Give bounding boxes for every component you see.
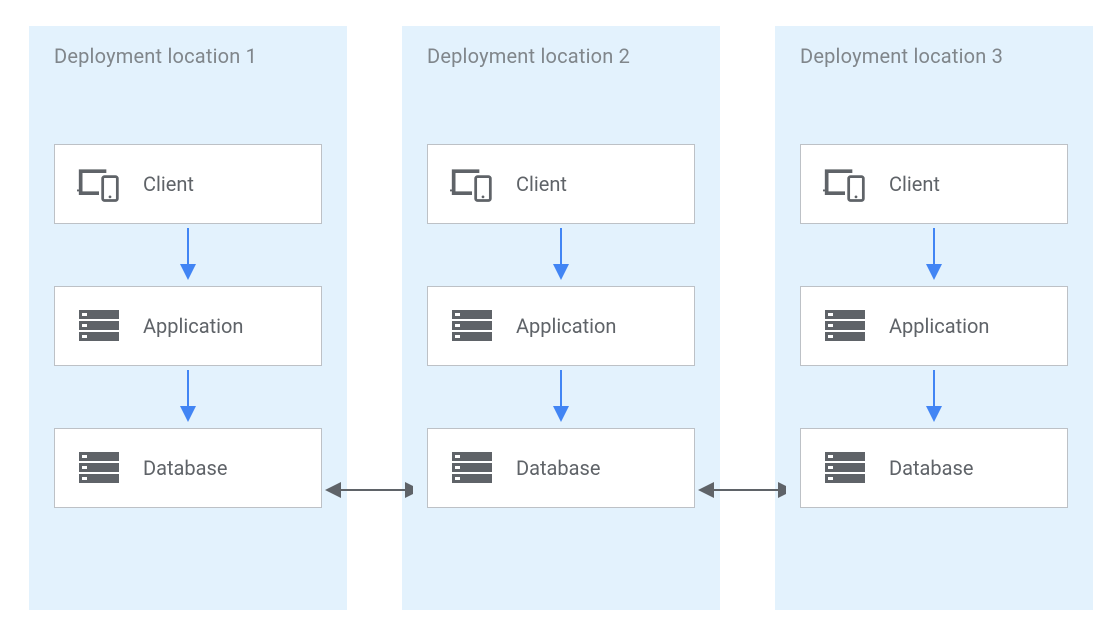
deployment-column-3: Deployment location 3 Client — [775, 26, 1093, 610]
deployment-column-2: Deployment location 2 Client — [402, 26, 720, 610]
server-icon — [450, 448, 494, 488]
database-label-2: Database — [516, 456, 600, 480]
column-title-3: Deployment location 3 — [800, 44, 1068, 68]
arrow-app-db-1 — [54, 366, 322, 428]
database-label-1: Database — [143, 456, 227, 480]
client-label-3: Client — [889, 172, 940, 196]
arrow-app-db-3 — [800, 366, 1068, 428]
deployment-column-1: Deployment location 1 Client — [29, 26, 347, 610]
column-title-1: Deployment location 1 — [54, 44, 322, 68]
application-box-1: Application — [54, 286, 322, 366]
devices-icon — [450, 164, 494, 204]
server-icon — [450, 306, 494, 346]
devices-icon — [823, 164, 867, 204]
arrow-client-app-3 — [800, 224, 1068, 286]
arrow-client-app-2 — [427, 224, 695, 286]
arrow-client-app-1 — [54, 224, 322, 286]
db-link-1-2 — [293, 475, 413, 505]
client-box-1: Client — [54, 144, 322, 224]
server-icon — [823, 448, 867, 488]
application-label-1: Application — [143, 314, 243, 338]
application-label-2: Application — [516, 314, 616, 338]
server-icon — [77, 448, 121, 488]
column-title-2: Deployment location 2 — [427, 44, 695, 68]
database-box-2: Database — [427, 428, 695, 508]
client-box-2: Client — [427, 144, 695, 224]
server-icon — [823, 306, 867, 346]
database-label-3: Database — [889, 456, 973, 480]
application-box-3: Application — [800, 286, 1068, 366]
application-label-3: Application — [889, 314, 989, 338]
application-box-2: Application — [427, 286, 695, 366]
client-box-3: Client — [800, 144, 1068, 224]
devices-icon — [77, 164, 121, 204]
client-label-2: Client — [516, 172, 567, 196]
database-box-1: Database — [54, 428, 322, 508]
arrow-app-db-2 — [427, 366, 695, 428]
diagram-container: Deployment location 1 Client — [29, 26, 1091, 610]
database-box-3: Database — [800, 428, 1068, 508]
server-icon — [77, 306, 121, 346]
db-link-2-3 — [666, 475, 786, 505]
client-label-1: Client — [143, 172, 194, 196]
